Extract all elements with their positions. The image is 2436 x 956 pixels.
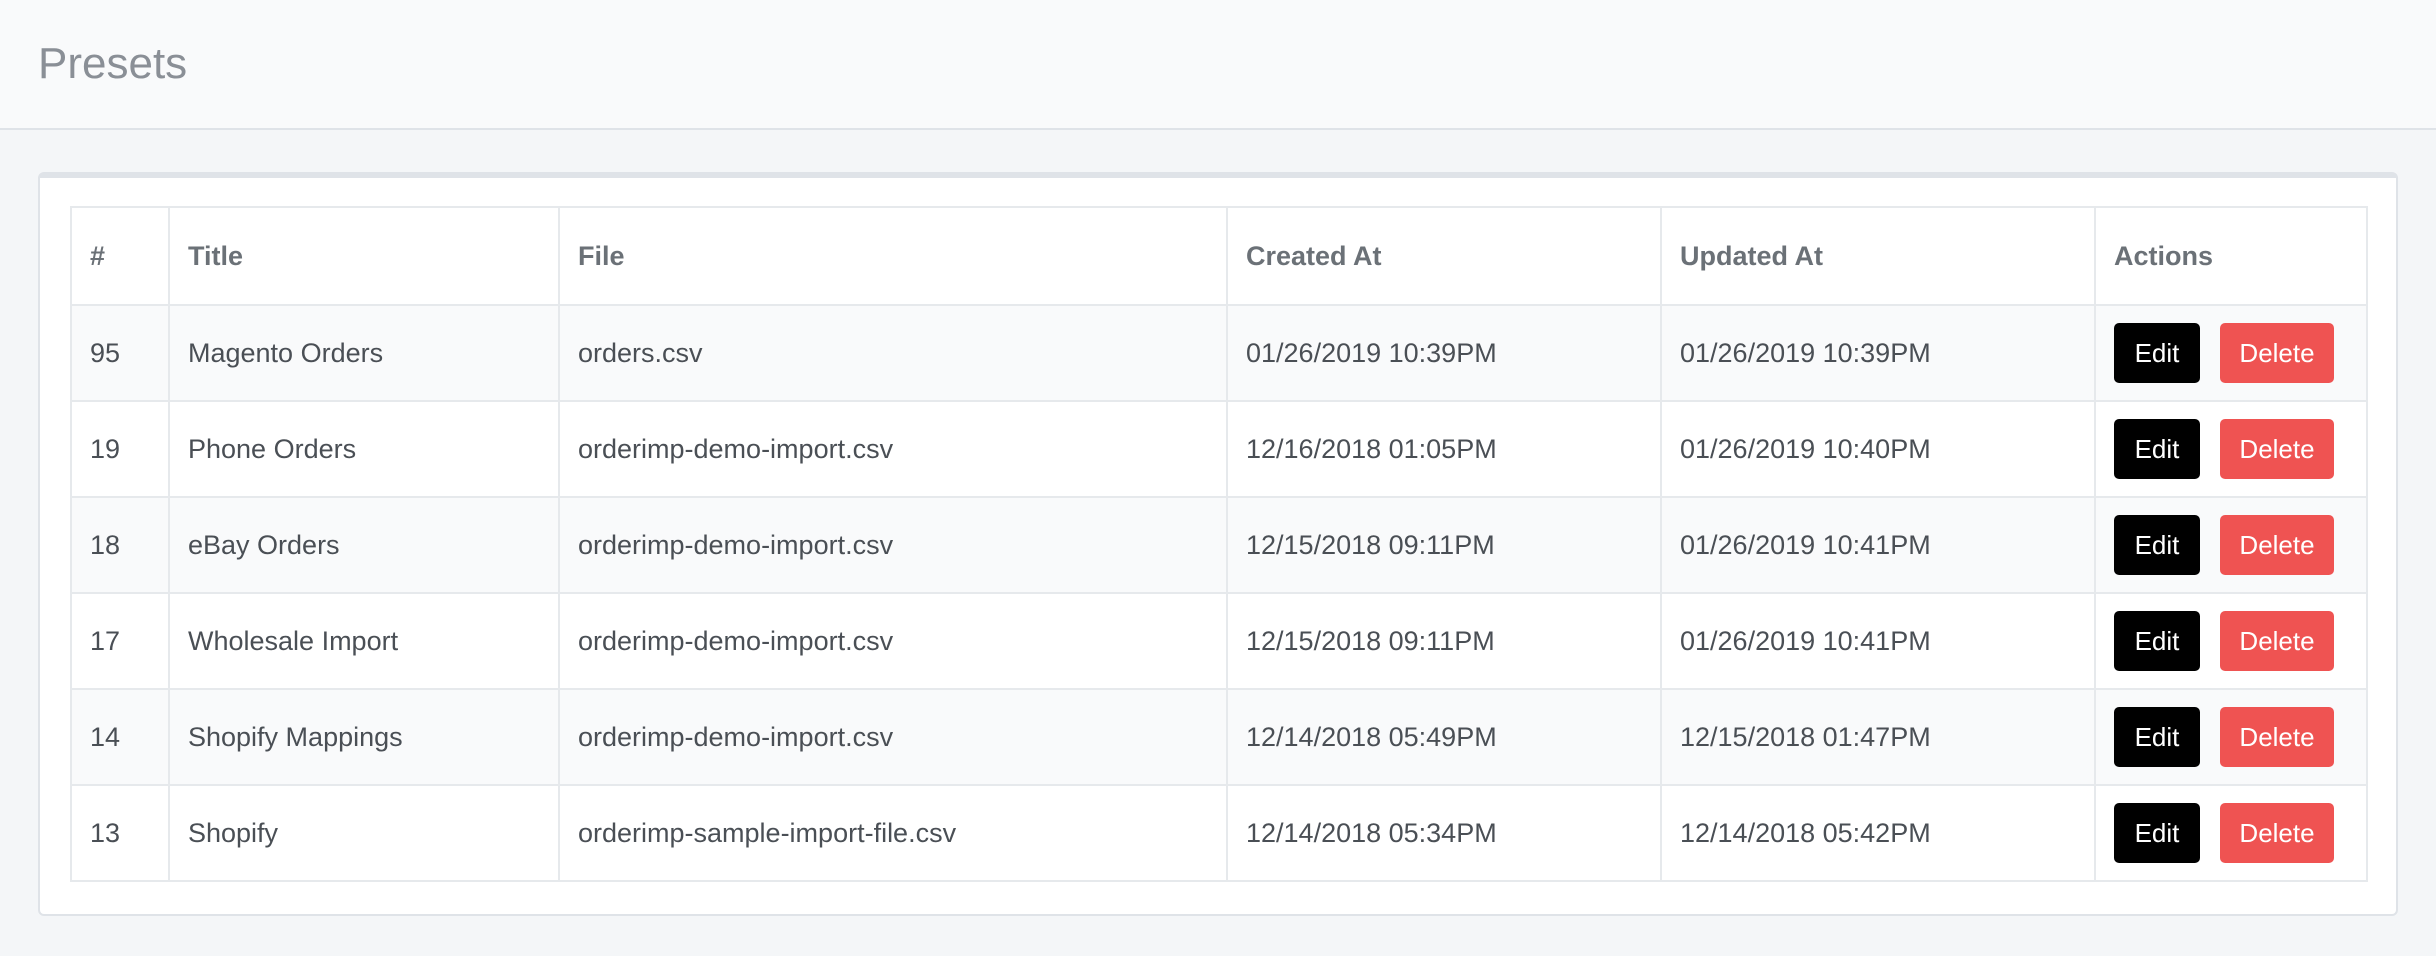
column-header-updated-at: Updated At [1660, 206, 2096, 306]
cell-file: orderimp-sample-import-file.csv [558, 784, 1228, 882]
cell-id: 19 [70, 400, 170, 498]
cell-created-at: 12/15/2018 09:11PM [1226, 592, 1662, 690]
column-header-created-at: Created At [1226, 206, 1662, 306]
table-row: 19 Phone Orders orderimp-demo-import.csv… [70, 400, 2368, 498]
cell-id: 18 [70, 496, 170, 594]
column-header-actions: Actions [2094, 206, 2368, 306]
cell-id: 14 [70, 688, 170, 786]
cell-file: orderimp-demo-import.csv [558, 592, 1228, 690]
cell-updated-at: 01/26/2019 10:40PM [1660, 400, 2096, 498]
table-row: 18 eBay Orders orderimp-demo-import.csv … [70, 496, 2368, 594]
presets-page: Presets # Title File Created At Updated … [0, 0, 2436, 956]
cell-actions: Edit Delete [2094, 784, 2368, 882]
delete-button[interactable]: Delete [2220, 707, 2334, 767]
delete-button[interactable]: Delete [2220, 323, 2334, 383]
cell-actions: Edit Delete [2094, 496, 2368, 594]
delete-button[interactable]: Delete [2220, 515, 2334, 575]
cell-updated-at: 12/14/2018 05:42PM [1660, 784, 2096, 882]
cell-actions: Edit Delete [2094, 688, 2368, 786]
cell-actions: Edit Delete [2094, 304, 2368, 402]
cell-file: orderimp-demo-import.csv [558, 496, 1228, 594]
cell-title: Shopify [168, 784, 560, 882]
delete-button[interactable]: Delete [2220, 611, 2334, 671]
presets-card: # Title File Created At Updated At Actio… [38, 172, 2398, 916]
table-row: 14 Shopify Mappings orderimp-demo-import… [70, 688, 2368, 786]
edit-button[interactable]: Edit [2114, 323, 2200, 383]
cell-id: 95 [70, 304, 170, 402]
edit-button[interactable]: Edit [2114, 611, 2200, 671]
edit-button[interactable]: Edit [2114, 419, 2200, 479]
cell-file: orderimp-demo-import.csv [558, 400, 1228, 498]
cell-created-at: 12/15/2018 09:11PM [1226, 496, 1662, 594]
column-header-id: # [70, 206, 170, 306]
column-header-title: Title [168, 206, 560, 306]
cell-title: Phone Orders [168, 400, 560, 498]
cell-created-at: 12/14/2018 05:34PM [1226, 784, 1662, 882]
cell-created-at: 12/16/2018 01:05PM [1226, 400, 1662, 498]
page-title: Presets [38, 39, 188, 88]
cell-title: Shopify Mappings [168, 688, 560, 786]
table-row: 17 Wholesale Import orderimp-demo-import… [70, 592, 2368, 690]
cell-actions: Edit Delete [2094, 400, 2368, 498]
edit-button[interactable]: Edit [2114, 707, 2200, 767]
cell-updated-at: 01/26/2019 10:41PM [1660, 592, 2096, 690]
cell-file: orders.csv [558, 304, 1228, 402]
cell-updated-at: 01/26/2019 10:41PM [1660, 496, 2096, 594]
table-header-row: # Title File Created At Updated At Actio… [70, 206, 2368, 306]
edit-button[interactable]: Edit [2114, 515, 2200, 575]
cell-title: eBay Orders [168, 496, 560, 594]
table-row: 13 Shopify orderimp-sample-import-file.c… [70, 784, 2368, 882]
cell-updated-at: 01/26/2019 10:39PM [1660, 304, 2096, 402]
cell-updated-at: 12/15/2018 01:47PM [1660, 688, 2096, 786]
cell-title: Magento Orders [168, 304, 560, 402]
cell-file: orderimp-demo-import.csv [558, 688, 1228, 786]
cell-id: 17 [70, 592, 170, 690]
presets-table: # Title File Created At Updated At Actio… [70, 206, 2368, 882]
cell-title: Wholesale Import [168, 592, 560, 690]
column-header-file: File [558, 206, 1228, 306]
cell-created-at: 01/26/2019 10:39PM [1226, 304, 1662, 402]
delete-button[interactable]: Delete [2220, 419, 2334, 479]
page-header: Presets [0, 0, 2436, 130]
delete-button[interactable]: Delete [2220, 803, 2334, 863]
cell-id: 13 [70, 784, 170, 882]
cell-created-at: 12/14/2018 05:49PM [1226, 688, 1662, 786]
cell-actions: Edit Delete [2094, 592, 2368, 690]
edit-button[interactable]: Edit [2114, 803, 2200, 863]
table-row: 95 Magento Orders orders.csv 01/26/2019 … [70, 304, 2368, 402]
